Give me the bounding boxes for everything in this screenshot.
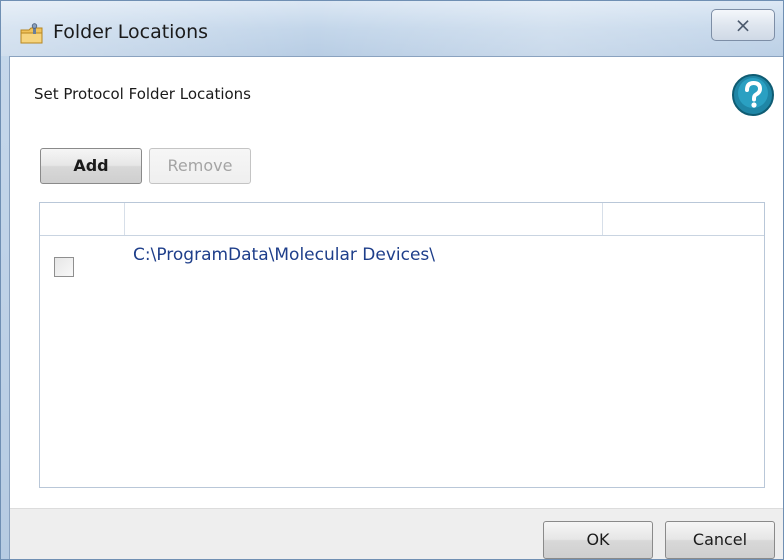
folder-list: C:\ProgramData\Molecular Devices\ <box>39 202 765 488</box>
close-button[interactable]: ⨯ <box>711 9 775 41</box>
remove-button[interactable]: Remove <box>149 148 251 184</box>
add-button[interactable]: Add <box>40 148 142 184</box>
dialog-window: Folder Locations ⨯ Set Protocol Folder L… <box>0 0 784 560</box>
folder-settings-icon <box>20 23 43 44</box>
dialog-footer: OK Cancel <box>10 508 783 559</box>
title-bar[interactable]: Folder Locations ⨯ <box>1 1 783 56</box>
help-icon[interactable] <box>731 73 775 117</box>
folder-row-checkbox[interactable] <box>54 257 74 277</box>
column-divider[interactable] <box>124 203 125 235</box>
column-divider[interactable] <box>602 203 603 235</box>
window-title: Folder Locations <box>53 21 209 43</box>
section-title: Set Protocol Folder Locations <box>34 85 251 103</box>
folder-list-header <box>40 203 764 236</box>
ok-button[interactable]: OK <box>543 521 653 559</box>
dialog-body: Set Protocol Folder Locations Add Remove… <box>9 56 783 559</box>
cancel-button[interactable]: Cancel <box>665 521 775 559</box>
close-icon: ⨯ <box>734 13 752 37</box>
folder-path[interactable]: C:\ProgramData\Molecular Devices\ <box>133 245 435 265</box>
